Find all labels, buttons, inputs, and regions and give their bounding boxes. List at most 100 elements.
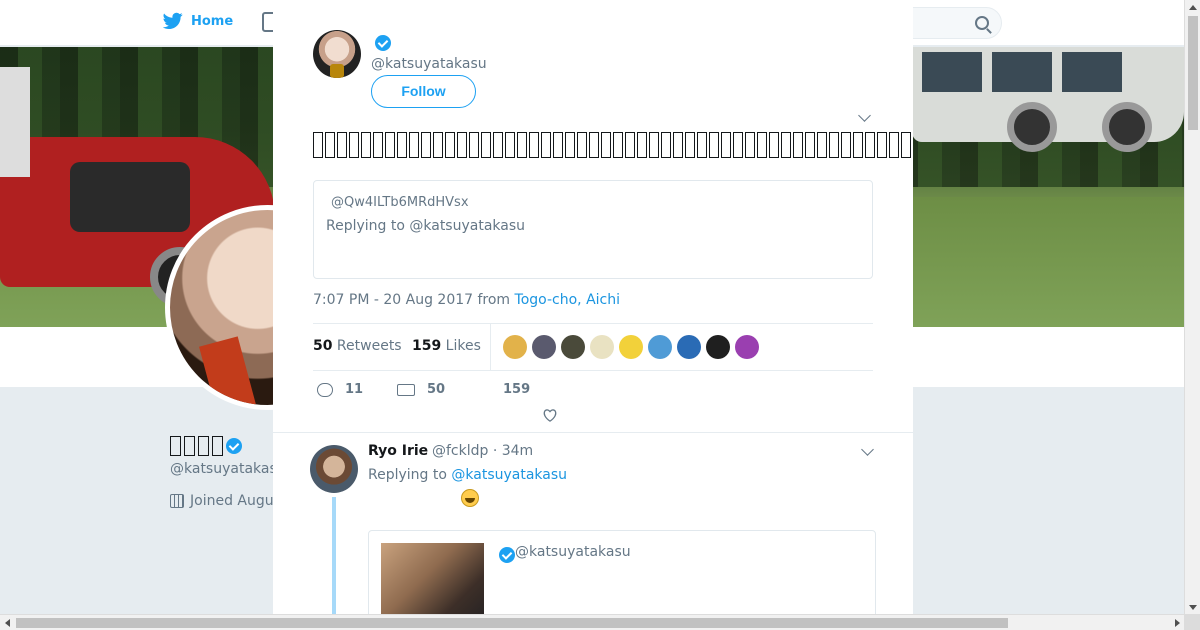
stats-divider <box>490 324 491 370</box>
scroll-left-arrow-icon[interactable] <box>5 619 10 627</box>
tweet-text-glyph <box>505 132 515 158</box>
like-count: 159 <box>503 382 531 397</box>
thread-line <box>332 497 336 614</box>
likes-label: Likes <box>441 338 481 354</box>
tweet-text-glyph <box>517 132 527 158</box>
tweet-text-glyph <box>757 132 767 158</box>
reply-author-avatar[interactable] <box>310 445 358 493</box>
quoted-handle[interactable]: @Qw4ILTb6MRdHVsx <box>331 195 469 210</box>
heart-icon[interactable] <box>543 409 557 422</box>
liker-avatar[interactable] <box>648 335 672 359</box>
liker-avatar[interactable] <box>590 335 614 359</box>
verified-badge-icon <box>375 35 391 51</box>
tweet-text-glyph <box>541 132 551 158</box>
tweet-text-glyph <box>313 132 323 158</box>
tweet-text-glyph <box>469 132 479 158</box>
quoted-tweet[interactable]: @Qw4ILTb6MRdHVsx Replying to @katsuyatak… <box>313 180 873 279</box>
horizontal-scroll-thumb[interactable] <box>16 618 1008 628</box>
bus-wheel <box>1007 102 1057 152</box>
liker-avatar[interactable] <box>503 335 527 359</box>
tweet-meta: 7:07 PM - 20 Aug 2017 from Togo-cho, Aic… <box>313 292 620 308</box>
avatar-bowtie <box>330 64 344 78</box>
tweet-text-glyph <box>445 132 455 158</box>
search-icon[interactable] <box>975 16 989 30</box>
follow-button[interactable]: Follow <box>371 75 476 108</box>
tweet-text-glyph <box>721 132 731 158</box>
vertical-scrollbar[interactable] <box>1184 0 1200 614</box>
calendar-icon <box>170 494 184 508</box>
quoted-media-thumbnail[interactable] <box>381 543 484 614</box>
car-seat <box>70 162 190 232</box>
liker-avatar[interactable] <box>532 335 556 359</box>
tweet-modal: @katsuyatakasu Follow @Qw4ILTb6MRdHVsx R… <box>273 0 913 614</box>
nav-home[interactable]: Home <box>163 12 233 30</box>
reply-author-name[interactable]: Ryo Irie <box>368 443 428 459</box>
reply-replying-to: Replying to @katsuyatakasu <box>368 467 567 483</box>
tweet-text-glyph <box>877 132 887 158</box>
tweet-text <box>313 130 913 160</box>
tweet-text-glyph <box>349 132 359 158</box>
author-handle[interactable]: @katsuyatakasu <box>371 56 487 72</box>
scroll-up-arrow-icon[interactable] <box>1189 5 1197 10</box>
banner-bus <box>912 47 1184 152</box>
tweet-text-glyph <box>325 132 335 158</box>
likes-stat[interactable]: 159 Likes <box>412 338 481 354</box>
name-glyph <box>184 436 195 456</box>
author-avatar[interactable] <box>313 30 361 78</box>
reply-menu-chevron-down-icon[interactable] <box>861 443 874 456</box>
bus-wheel <box>1102 102 1152 152</box>
reply-button[interactable]: 11 <box>317 382 363 397</box>
reply-author-handle[interactable]: @fckldp · 34m <box>432 443 533 459</box>
tweet-text-glyph <box>889 132 899 158</box>
liker-avatar[interactable] <box>677 335 701 359</box>
retweet-button[interactable]: 50 <box>397 382 445 397</box>
tweet-text-glyph <box>733 132 743 158</box>
replying-link[interactable]: @katsuyatakasu <box>451 467 567 483</box>
tweet-menu-chevron-down-icon[interactable] <box>858 109 871 122</box>
verified-badge-icon <box>226 438 242 454</box>
reply-count: 11 <box>345 382 364 397</box>
tweet-text-glyph <box>781 132 791 158</box>
profile-handle[interactable]: @katsuyatakasu <box>170 461 286 477</box>
tweet-timestamp: 7:07 PM - 20 Aug 2017 from <box>313 292 515 308</box>
name-glyph <box>198 436 209 456</box>
profile-name[interactable] <box>170 436 242 456</box>
reply-quoted-tweet[interactable]: @katsuyatakasu <box>368 530 876 614</box>
verified-badge-icon <box>499 547 515 563</box>
tweet-text-glyph <box>649 132 659 158</box>
tweet-text-glyph <box>853 132 863 158</box>
tweet-text-glyph <box>373 132 383 158</box>
retweet-icon <box>397 383 415 396</box>
liker-avatar[interactable] <box>735 335 759 359</box>
tweet-text-glyph <box>361 132 371 158</box>
liker-avatar[interactable] <box>619 335 643 359</box>
joined-text: Joined Augu <box>190 493 274 509</box>
conversation-divider <box>273 432 913 433</box>
tweet-text-glyph <box>577 132 587 158</box>
scroll-right-arrow-icon[interactable] <box>1175 619 1180 627</box>
rofl-emoji-icon <box>461 489 479 507</box>
tweet-text-glyph <box>493 132 503 158</box>
tweet-text-glyph <box>601 132 611 158</box>
tweet-text-glyph <box>769 132 779 158</box>
liker-avatar[interactable] <box>706 335 730 359</box>
tweet-text-glyph <box>553 132 563 158</box>
avatar-sash <box>199 336 261 405</box>
close-modal-button[interactable] <box>1152 10 1180 38</box>
scrollbar-corner <box>1184 614 1200 630</box>
like-count-label[interactable]: 159 <box>503 382 530 397</box>
profile-joined: Joined Augu <box>170 493 274 509</box>
twitter-bird-icon <box>163 12 183 30</box>
retweet-count: 50 <box>427 382 446 397</box>
horizontal-scrollbar[interactable] <box>0 614 1184 630</box>
tweet-text-glyph <box>529 132 539 158</box>
name-glyph <box>170 436 181 456</box>
tweet-text-glyph <box>457 132 467 158</box>
reply-quoted-handle[interactable]: @katsuyatakasu <box>515 544 631 560</box>
tweet-text-glyph <box>697 132 707 158</box>
scroll-down-arrow-icon[interactable] <box>1189 605 1197 610</box>
tweet-location-link[interactable]: Togo-cho, Aichi <box>515 292 620 308</box>
vertical-scroll-thumb[interactable] <box>1188 16 1198 130</box>
retweets-stat[interactable]: 50 Retweets <box>313 338 402 354</box>
liker-avatar[interactable] <box>561 335 585 359</box>
